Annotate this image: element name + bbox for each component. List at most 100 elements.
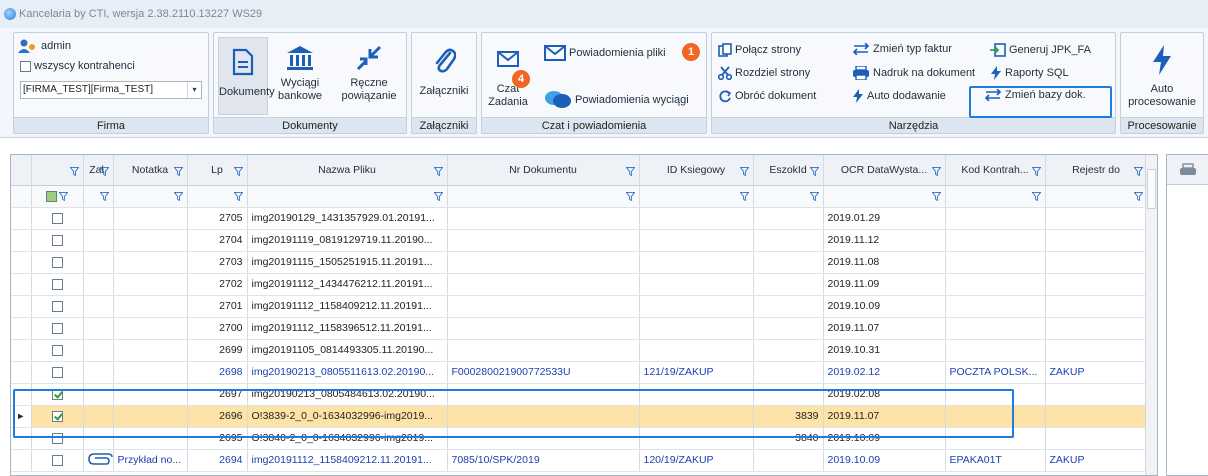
cell-nr-dokumentu[interactable]: 7085/10/SPK/2019 — [447, 449, 640, 472]
column-header-ocr-data[interactable]: OCR DataWysta... — [823, 155, 946, 186]
filter-icon[interactable] — [1133, 190, 1143, 202]
cell-lp[interactable]: 2695 — [187, 427, 248, 450]
cell-lp[interactable]: 2694 — [187, 449, 248, 472]
table-row[interactable]: 2697 img20190213_0805484613.02.20190... 20… — [11, 383, 1148, 406]
grid-vertical-scrollbar[interactable] — [1145, 155, 1157, 475]
table-row[interactable]: 2703 img20191115_1505251915.11.20191... 20… — [11, 251, 1148, 274]
cell-kod-kontrah[interactable] — [945, 251, 1046, 274]
cell-ocr-data[interactable]: 2019.11.12 — [823, 229, 946, 252]
cell-ocr-data[interactable]: 2019.11.09 — [823, 273, 946, 296]
raporty-sql-button[interactable]: Raporty SQL — [990, 66, 1069, 80]
cell-id-ksiegowy[interactable] — [639, 317, 754, 340]
row-checkbox[interactable] — [51, 256, 63, 268]
cell-nazwa-pliku[interactable]: img20191119_0819129719.11.20190... — [247, 229, 448, 252]
filter-cell-eszokid[interactable] — [753, 185, 824, 208]
cell-zal[interactable] — [83, 229, 114, 252]
row-indicator[interactable]: ► — [11, 405, 32, 428]
filter-cell-zal[interactable] — [83, 185, 114, 208]
cell-nr-dokumentu[interactable] — [447, 273, 640, 296]
cell-rejestr[interactable] — [1045, 383, 1148, 406]
cell-notatka[interactable] — [113, 251, 188, 274]
cell-lp[interactable]: 2697 — [187, 383, 248, 406]
cell-eszokid[interactable]: 3839 — [753, 405, 824, 428]
cell-id-ksiegowy[interactable] — [639, 251, 754, 274]
row-checkbox-cell[interactable] — [31, 295, 84, 318]
cell-nazwa-pliku[interactable]: img20190213_0805484613.02.20190... — [247, 383, 448, 406]
column-header-lp[interactable]: Lp — [187, 155, 248, 186]
filter-icon[interactable] — [1031, 190, 1041, 202]
filter-cell-check[interactable] — [31, 185, 84, 208]
row-checkbox[interactable] — [51, 454, 63, 466]
cell-nr-dokumentu[interactable] — [447, 383, 640, 406]
row-checkbox-cell[interactable] — [31, 361, 84, 384]
filter-icon[interactable] — [1133, 165, 1143, 177]
filter-cell-nr-dokumentu[interactable] — [447, 185, 640, 208]
column-header-nazwa-pliku[interactable]: Nazwa Pliku — [247, 155, 448, 186]
row-checkbox[interactable] — [51, 234, 63, 246]
column-header-zal[interactable]: Zał. — [83, 155, 114, 186]
row-indicator[interactable] — [11, 229, 32, 252]
user-button[interactable]: admin — [18, 39, 71, 53]
cell-zal[interactable] — [83, 273, 114, 296]
cell-eszokid[interactable] — [753, 251, 824, 274]
filter-icon[interactable] — [173, 190, 183, 202]
scrollbar-thumb[interactable] — [1147, 169, 1156, 209]
table-row[interactable]: Przykład no... 2694 img20191112_1158409212… — [11, 449, 1148, 472]
row-checkbox-cell[interactable] — [31, 229, 84, 252]
cell-kod-kontrah[interactable] — [945, 339, 1046, 362]
table-row[interactable]: 2701 img20191112_1158409212.11.20191... 20… — [11, 295, 1148, 318]
cell-notatka[interactable] — [113, 207, 188, 230]
filter-icon[interactable] — [739, 190, 749, 202]
cell-zal[interactable] — [83, 449, 114, 472]
cell-nr-dokumentu[interactable] — [447, 339, 640, 362]
filter-icon[interactable] — [739, 165, 749, 177]
polacz-strony-button[interactable]: Połącz strony — [718, 43, 801, 57]
cell-nazwa-pliku[interactable]: img20190213_0805511613.02.20190... — [247, 361, 448, 384]
filter-cell-nazwa-pliku[interactable] — [247, 185, 448, 208]
cell-notatka[interactable] — [113, 427, 188, 450]
zmien-typ-faktur-button[interactable]: Zmień typ faktur — [852, 43, 952, 55]
cell-ocr-data[interactable]: 2019.02.08 — [823, 383, 946, 406]
cell-notatka[interactable] — [113, 405, 188, 428]
cell-notatka[interactable] — [113, 229, 188, 252]
row-indicator[interactable] — [11, 427, 32, 450]
cell-id-ksiegowy[interactable] — [639, 427, 754, 450]
cell-nr-dokumentu[interactable] — [447, 251, 640, 274]
powiadomienia-pliki-button[interactable]: Powiadomienia pliki — [544, 45, 666, 61]
cell-ocr-data[interactable]: 2019.11.07 — [823, 405, 946, 428]
filter-cell-kod-kontrah[interactable] — [945, 185, 1046, 208]
cell-notatka[interactable] — [113, 273, 188, 296]
cell-kod-kontrah[interactable] — [945, 405, 1046, 428]
cell-rejestr[interactable] — [1045, 229, 1148, 252]
table-row[interactable]: 2702 img20191112_1434476212.11.20191... 20… — [11, 273, 1148, 296]
cell-nazwa-pliku[interactable]: img20191112_1158396512.11.20191... — [247, 317, 448, 340]
row-checkbox-cell[interactable] — [31, 273, 84, 296]
cell-nazwa-pliku[interactable]: img20191105_0814493305.11.20190... — [247, 339, 448, 362]
cell-kod-kontrah[interactable] — [945, 207, 1046, 230]
cell-lp[interactable]: 2696 — [187, 405, 248, 428]
row-checkbox-cell[interactable] — [31, 449, 84, 472]
cell-kod-kontrah[interactable] — [945, 317, 1046, 340]
row-checkbox-cell[interactable] — [31, 427, 84, 450]
cell-id-ksiegowy[interactable] — [639, 273, 754, 296]
zalaczniki-button[interactable]: Załączniki — [416, 37, 472, 115]
cell-ocr-data[interactable]: 2019.10.09 — [823, 427, 946, 450]
cell-eszokid[interactable] — [753, 317, 824, 340]
cell-eszokid[interactable] — [753, 207, 824, 230]
filter-cell-notatka[interactable] — [113, 185, 188, 208]
cell-eszokid[interactable] — [753, 383, 824, 406]
cell-ocr-data[interactable]: 2019.10.31 — [823, 339, 946, 362]
reczne-powiazanie-button[interactable]: Ręczne powiązanie — [334, 37, 404, 115]
cell-zal[interactable] — [83, 427, 114, 450]
dokumenty-button[interactable]: Dokumenty — [218, 37, 275, 115]
cell-zal[interactable] — [83, 317, 114, 340]
cell-rejestr[interactable] — [1045, 317, 1148, 340]
cell-kod-kontrah[interactable] — [945, 273, 1046, 296]
powiadomienia-wyciagi-button[interactable]: Powiadomienia wyciągi — [544, 89, 689, 111]
row-checkbox-cell[interactable] — [31, 251, 84, 274]
cell-zal[interactable] — [83, 405, 114, 428]
cell-nr-dokumentu[interactable] — [447, 405, 640, 428]
paperclip-icon[interactable] — [87, 452, 114, 465]
cell-nazwa-pliku[interactable]: O!3839-2_0_0-1634032996-img2019... — [247, 405, 448, 428]
cell-rejestr[interactable] — [1045, 339, 1148, 362]
